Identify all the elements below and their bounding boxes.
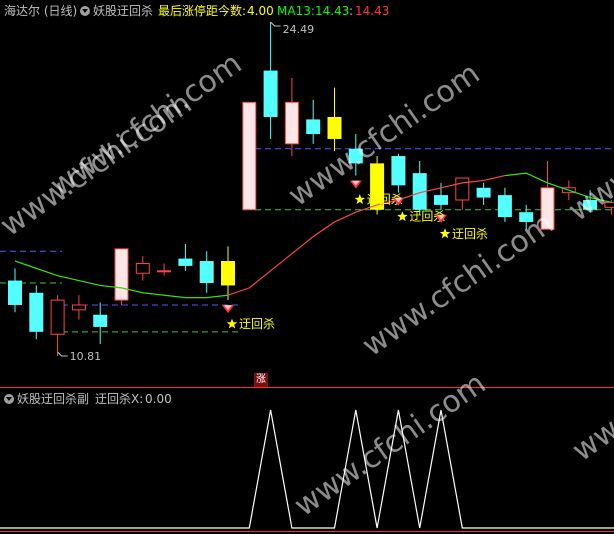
candle-body <box>476 187 491 198</box>
signal-label: 迂回杀 <box>452 226 488 241</box>
star-icon <box>397 211 408 222</box>
candle-body <box>93 314 108 327</box>
limit-up-badge: 涨 <box>254 373 268 387</box>
candle-body <box>284 101 299 145</box>
candle-body <box>135 262 150 274</box>
candle-body <box>178 258 193 266</box>
star-icon <box>226 318 238 329</box>
low-price-label: 10.81 <box>70 350 102 363</box>
candle-body <box>29 292 44 332</box>
candle-body <box>8 280 22 305</box>
candle-body <box>327 116 342 139</box>
candle-body <box>455 177 470 201</box>
candle-body <box>391 156 406 186</box>
star-icon <box>439 228 451 239</box>
high-pointer <box>270 21 281 27</box>
chart-canvas[interactable]: 迂回杀迂回杀迂回杀迂回杀 24.49 10.81 <box>0 0 614 534</box>
candle-body <box>306 119 321 135</box>
candle-body <box>157 270 172 273</box>
star-icon <box>354 194 365 204</box>
stock-chart-window: 海达尔 (日线) 妖股迂回杀 最后涨停距今数: 4.00 MA13: 14.43… <box>0 0 614 534</box>
low-pointer <box>57 351 68 357</box>
candle-body <box>221 261 235 286</box>
signal-label: 迂回杀 <box>239 316 275 331</box>
candle-body <box>434 195 448 205</box>
high-price-label: 24.49 <box>283 23 315 36</box>
candle-body <box>263 70 278 117</box>
candle-body <box>50 299 65 335</box>
candle-body <box>114 248 129 301</box>
candle-body <box>242 101 257 211</box>
candle-body <box>199 261 214 283</box>
candle-body <box>497 195 512 218</box>
candle-body <box>71 304 86 311</box>
